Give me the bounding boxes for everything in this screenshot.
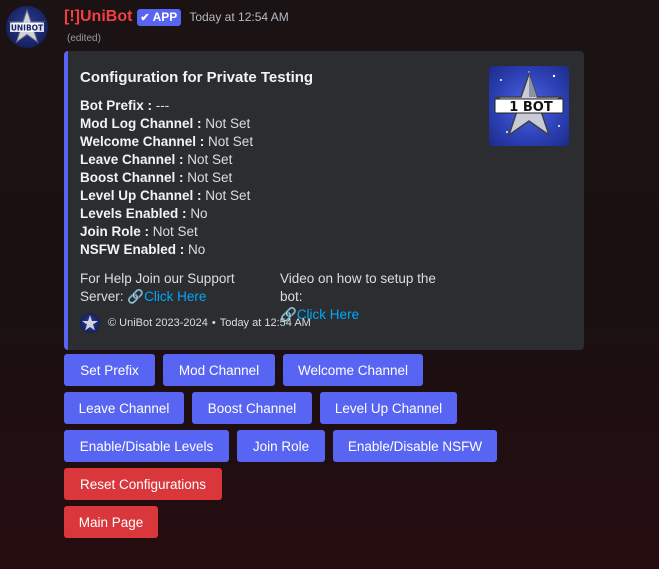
message-timestamp[interactable]: Today at 12:54 AM <box>189 10 288 24</box>
support-link[interactable]: Click Here <box>144 289 206 304</box>
bot-avatar[interactable]: UNIBOT <box>6 6 48 48</box>
message-header: [!]UniBot ✔ APP Today at 12:54 AM <box>64 7 289 27</box>
field-value: Not Set <box>152 224 198 239</box>
field-nsfw-enabled: NSFW Enabled : No <box>80 241 253 259</box>
edited-label: (edited) <box>67 33 101 44</box>
field-label: NSFW Enabled : <box>80 242 185 257</box>
field-value: No <box>190 206 208 221</box>
field-value: --- <box>155 98 170 113</box>
field-boost-channel: Boost Channel : Not Set <box>80 169 253 187</box>
field-leave-channel: Leave Channel : Not Set <box>80 151 253 169</box>
field-label: Level Up Channel : <box>80 188 202 203</box>
config-embed: Configuration for Private Testing 1 BOT … <box>64 51 584 350</box>
field-label: Boost Channel : <box>80 170 184 185</box>
field-label: Mod Log Channel : <box>80 116 202 131</box>
unibot-star-logo-icon: UNIBOT <box>8 8 46 44</box>
field-value: Not Set <box>208 134 254 149</box>
field-levels-enabled: Levels Enabled : No <box>80 205 253 223</box>
level-up-channel-button[interactable]: Level Up Channel <box>320 392 457 424</box>
footer-separator: • <box>211 317 216 329</box>
field-value: Not Set <box>205 188 251 203</box>
footer-text: © UniBot 2023-2024 <box>108 317 208 329</box>
join-role-button[interactable]: Join Role <box>237 430 325 462</box>
field-welcome-channel: Welcome Channel : Not Set <box>80 133 253 151</box>
field-value: No <box>188 242 206 257</box>
welcome-channel-button[interactable]: Welcome Channel <box>283 354 423 386</box>
leave-channel-button[interactable]: Leave Channel <box>64 392 184 424</box>
main-page-button[interactable]: Main Page <box>64 506 158 538</box>
footer-logo-icon <box>80 313 100 333</box>
field-label: Levels Enabled : <box>80 206 187 221</box>
field-bot-prefix: Bot Prefix : --- <box>80 97 253 115</box>
unibot-star-thumbnail-icon: 1 BOT <box>494 71 564 137</box>
field-label: Bot Prefix : <box>80 98 153 113</box>
embed-fields: Bot Prefix : --- Mod Log Channel : Not S… <box>80 97 253 259</box>
app-badge: ✔ APP <box>137 8 182 26</box>
video-text: Video on how to setup the bot: <box>280 271 436 304</box>
support-field: For Help Join our Support Server: 🔗Click… <box>80 270 260 306</box>
set-prefix-button[interactable]: Set Prefix <box>64 354 155 386</box>
embed-thumbnail[interactable]: 1 BOT <box>489 66 569 146</box>
toggle-levels-button[interactable]: Enable/Disable Levels <box>64 430 229 462</box>
footer-time: Today at 12:54 AM <box>219 317 311 329</box>
field-label: Join Role : <box>80 224 150 239</box>
unibot-star-small-icon <box>82 315 98 331</box>
field-value: Not Set <box>205 116 251 131</box>
field-label: Welcome Channel : <box>80 134 205 149</box>
mod-channel-button[interactable]: Mod Channel <box>163 354 275 386</box>
svg-text:1 BOT: 1 BOT <box>509 100 553 115</box>
svg-text:UNIBOT: UNIBOT <box>11 24 44 33</box>
toggle-nsfw-button[interactable]: Enable/Disable NSFW <box>333 430 497 462</box>
link-icon: 🔗 <box>127 289 145 304</box>
boost-channel-button[interactable]: Boost Channel <box>192 392 312 424</box>
field-mod-log-channel: Mod Log Channel : Not Set <box>80 115 253 133</box>
embed-title: Configuration for Private Testing <box>80 69 314 86</box>
embed-footer: © UniBot 2023-2024 • Today at 12:54 AM <box>80 313 311 333</box>
reset-configurations-button[interactable]: Reset Configurations <box>64 468 222 500</box>
bot-username[interactable]: [!]UniBot <box>64 8 132 26</box>
field-value: Not Set <box>187 170 233 185</box>
field-level-up-channel: Level Up Channel : Not Set <box>80 187 253 205</box>
app-badge-label: APP <box>152 10 178 24</box>
field-value: Not Set <box>187 152 233 167</box>
field-label: Leave Channel : <box>80 152 184 167</box>
field-join-role: Join Role : Not Set <box>80 223 253 241</box>
checkmark-icon: ✔ <box>140 11 150 24</box>
